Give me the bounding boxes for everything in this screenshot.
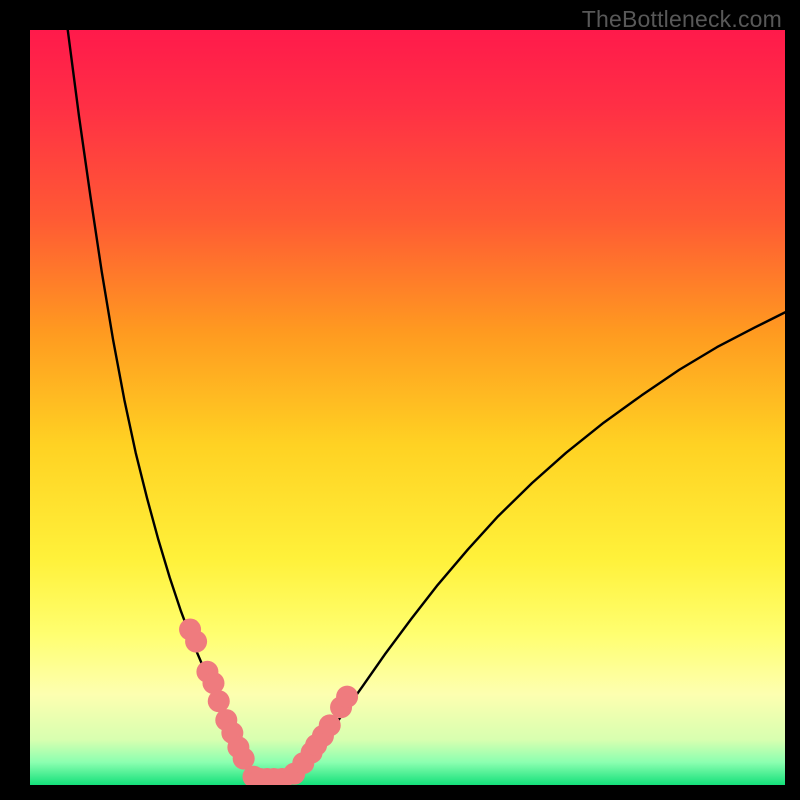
frame-border: TheBottleneck.com <box>0 0 800 800</box>
highlight-dot <box>319 714 341 736</box>
highlight-dot <box>185 631 207 653</box>
plot-svg <box>30 30 785 785</box>
highlight-dot <box>208 690 230 712</box>
watermark-text: TheBottleneck.com <box>582 6 782 33</box>
gradient-background <box>30 30 785 785</box>
plot-area <box>30 30 785 785</box>
highlight-dot <box>336 686 358 708</box>
